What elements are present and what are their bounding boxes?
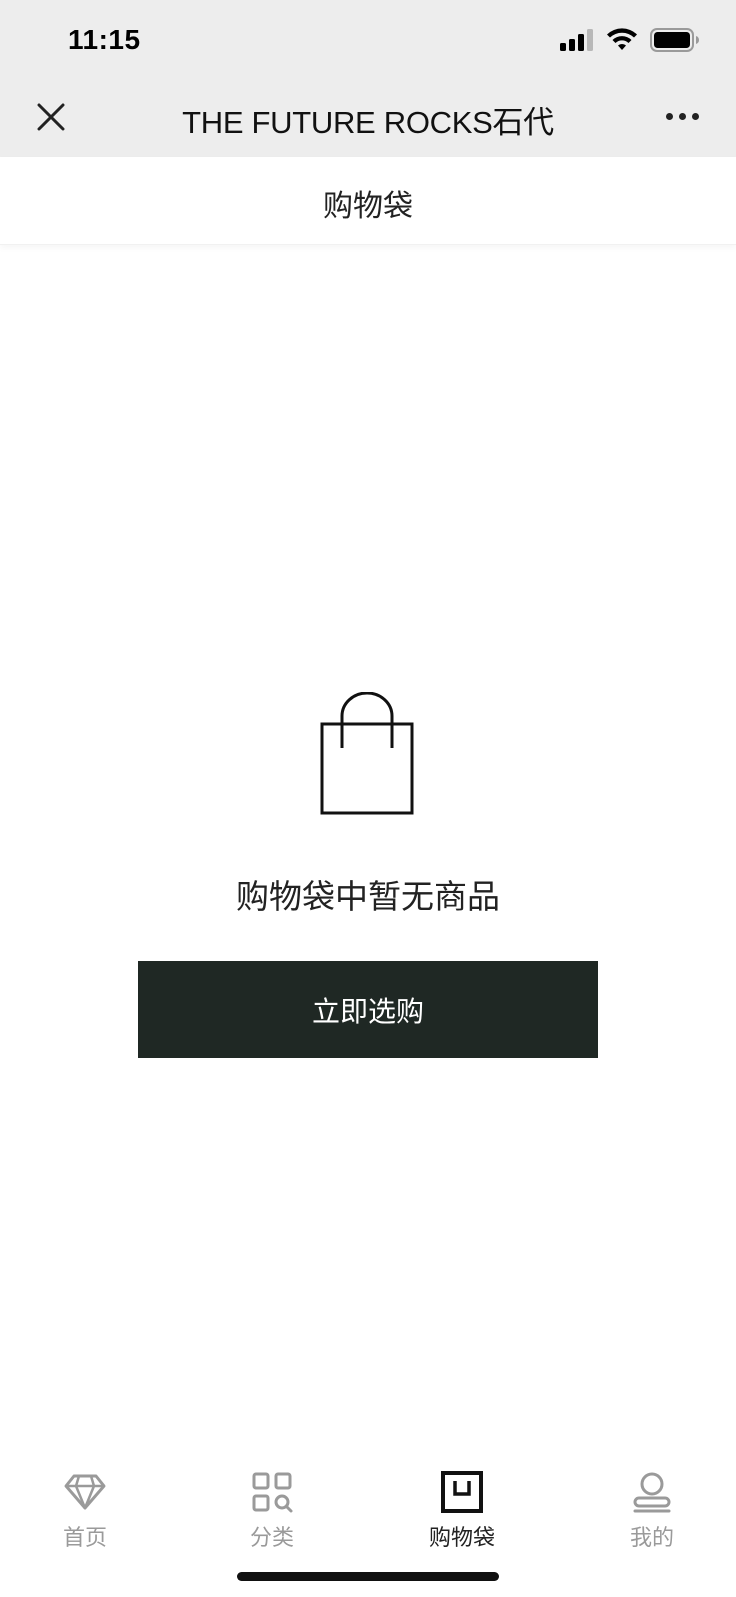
tab-home-label: 首页	[62, 1525, 107, 1550]
shop-now-button[interactable]: 立即选购	[138, 961, 598, 1058]
status-bar: 11:15	[0, 0, 736, 80]
shopping-bag-icon	[441, 1471, 483, 1513]
dot-icon	[679, 112, 686, 120]
user-icon	[633, 1472, 671, 1513]
app-title: THE FUTURE ROCKS石代	[182, 105, 554, 140]
more-options-button[interactable]	[666, 106, 702, 126]
wifi-icon	[607, 28, 637, 50]
top-bar: 11:15 THE FUTURE ROCKS石代	[0, 0, 736, 157]
tab-home[interactable]: 首页	[25, 1470, 145, 1560]
tab-shopping-bag[interactable]: 购物袋	[402, 1470, 522, 1560]
cellular-signal-icon	[560, 29, 593, 51]
dot-icon	[666, 112, 673, 120]
tab-profile[interactable]: 我的	[592, 1470, 712, 1560]
empty-cart-message: 购物袋中暂无商品	[236, 878, 500, 915]
home-indicator[interactable]	[237, 1572, 499, 1581]
diamond-icon	[64, 1474, 106, 1510]
tab-profile-label: 我的	[629, 1525, 674, 1550]
status-time: 11:15	[68, 24, 141, 55]
mini-program-nav-bar: THE FUTURE ROCKS石代	[0, 80, 736, 157]
screen: 11:15 THE FUTURE ROCKS石代 购物袋 购物袋中暂无商品 立即…	[0, 0, 736, 1597]
category-grid-icon	[252, 1472, 293, 1513]
page-header: 购物袋	[0, 157, 736, 245]
shopping-bag-icon	[320, 692, 414, 815]
battery-icon	[650, 28, 699, 52]
dot-icon	[692, 112, 699, 120]
page-title: 购物袋	[323, 190, 413, 223]
tab-category-label: 分类	[249, 1525, 294, 1550]
status-icons	[560, 28, 700, 52]
tab-shopping-bag-label: 购物袋	[428, 1525, 495, 1550]
tab-category[interactable]: 分类	[212, 1470, 332, 1560]
